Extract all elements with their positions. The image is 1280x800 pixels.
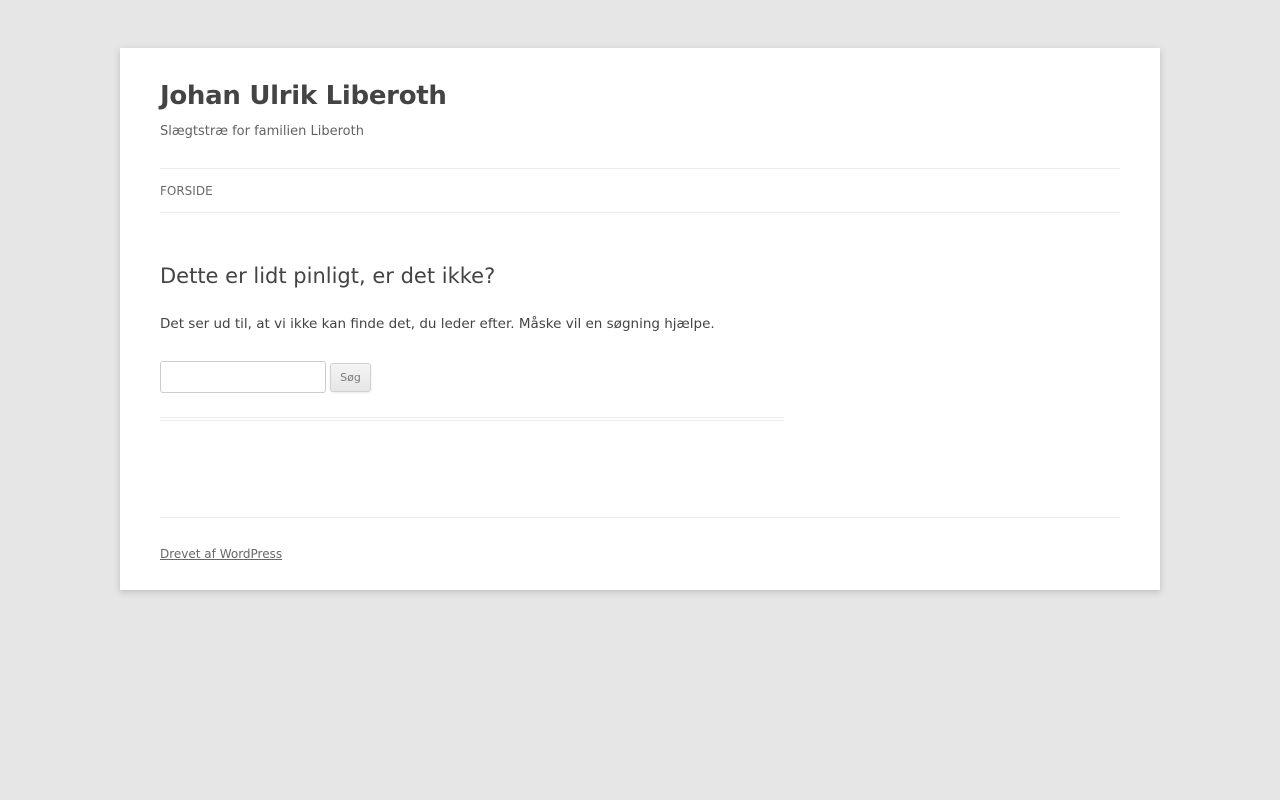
main-navigation: FORSIDE bbox=[160, 168, 1120, 213]
content-divider bbox=[160, 417, 784, 421]
site-footer: Drevet af WordPress bbox=[160, 517, 1120, 561]
search-button[interactable]: Søg bbox=[330, 363, 371, 392]
page-title: Dette er lidt pinligt, er det ikke? bbox=[160, 264, 496, 288]
search-input[interactable] bbox=[160, 361, 326, 393]
not-found-message: Det ser ud til, at vi ikke kan finde det… bbox=[160, 316, 715, 332]
site-title[interactable]: Johan Ulrik Liberoth bbox=[160, 78, 447, 114]
page-container: Johan Ulrik Liberoth Slægtstræ for famil… bbox=[120, 48, 1160, 590]
powered-by-wordpress-link[interactable]: Drevet af WordPress bbox=[160, 545, 282, 563]
site-description: Slægtstræ for familien Liberoth bbox=[160, 124, 364, 139]
nav-item-forside[interactable]: FORSIDE bbox=[160, 182, 213, 200]
